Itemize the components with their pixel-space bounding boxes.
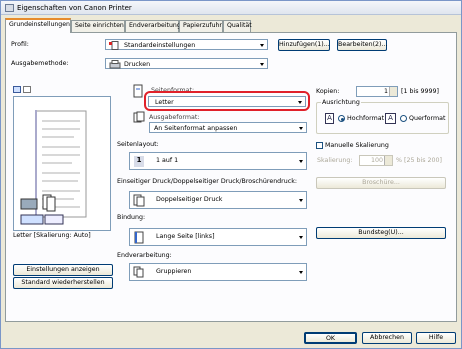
chevron-down-icon [299,271,303,274]
layout-1-icon: 1 [134,156,144,167]
chevron-down-icon [299,160,303,163]
chevron-down-icon [299,127,303,130]
scaling-spinner[interactable]: 100 [359,155,393,166]
orientation-label: Ausrichtung [321,99,361,106]
manual-scaling-label[interactable]: Manuelle Skalierung [325,142,389,149]
portrait-radio[interactable] [338,115,345,122]
copies-value: 1 [383,88,388,95]
page-format-select[interactable]: Letter [148,96,306,107]
landscape-label[interactable]: Querformat [409,115,445,122]
tab-page-setup[interactable]: Seite einrichten [71,20,125,32]
show-settings-button[interactable]: Einstellungen anzeigen [13,264,113,276]
output-format-label: Ausgabeformat: [149,114,200,121]
ok-button[interactable]: OK [304,332,357,344]
add-profile-button[interactable]: Hinzufügen(1)... [278,39,330,51]
binding-icon [134,231,144,244]
binding-value: Lange Seite [links] [156,233,215,240]
cancel-button[interactable]: Abbrechen [362,332,412,344]
portrait-icon: A [325,113,334,124]
page-view-icon[interactable] [13,86,21,93]
page-layout-value: 1 auf 1 [156,157,179,164]
output-method-value: Drucken [124,60,151,68]
profile-icon [109,40,121,50]
tab-finishing[interactable]: Endverarbeitung [125,20,181,32]
page-format-value: Letter [155,98,174,106]
portrait-label[interactable]: Hochformat [347,115,384,122]
scaling-label: Skalierung: [317,157,353,164]
landscape-radio[interactable] [400,115,407,122]
chevron-down-icon [299,236,303,239]
landscape-icon: A [385,113,396,124]
copies-range: [1 bis 9999] [401,88,439,95]
output-method-label: Ausgabemethode: [11,60,69,67]
binding-label: Bindung: [117,214,146,221]
printer-view-icon[interactable] [23,86,31,93]
duplex-label: Einseitiger Druck/Doppelseitiger Druck/B… [117,178,297,185]
chevron-down-icon [298,101,302,104]
collate-icon [133,266,144,278]
page-layout-select[interactable]: 1 1 auf 1 [129,152,307,170]
tab-quality[interactable]: Qualität [223,20,252,32]
print-icon [109,59,121,69]
finishing-value: Gruppieren [156,268,192,275]
output-format-value: An Seitenformat anpassen [154,124,238,132]
window-title: Eigenschaften von Canon Printer [17,4,132,12]
chevron-down-icon [260,63,264,66]
scaling-range: % [25 bis 200] [396,157,442,164]
gutter-button[interactable]: Bundsteg(U)... [316,227,446,239]
preview-caption: Letter [Skalierung: Auto] [13,232,91,239]
copies-label: Kopien: [316,88,340,95]
profile-label: Profil: [11,41,29,48]
help-button[interactable]: Hilfe [416,332,456,344]
output-format-select[interactable]: An Seitenformat anpassen [149,122,307,133]
tab-basic-settings[interactable]: Grundeinstellungen [5,18,71,33]
profile-value: Standardeinstellungen [124,41,196,49]
edit-profile-button[interactable]: Bearbeiten(2)... [337,39,388,51]
chevron-down-icon [299,199,303,202]
title-bar: Eigenschaften von Canon Printer [1,1,461,15]
page-format-icon [133,84,143,98]
copies-spinner[interactable]: 1 [356,86,398,97]
page-layout-label: Seitenlayout: [117,141,159,148]
profile-select[interactable]: Standardeinstellungen [105,39,268,50]
spinner-arrows-icon[interactable] [384,156,392,165]
binding-select[interactable]: Lange Seite [links] [129,228,307,246]
manual-scaling-checkbox[interactable] [316,142,323,149]
duplex-select[interactable]: Doppelseitiger Druck [129,191,307,209]
brochure-button[interactable]: Broschüre... [316,177,446,189]
dialog-window: Eigenschaften von Canon Printer Grundein… [0,0,462,349]
restore-defaults-button[interactable]: Standard wiederherstellen [13,277,113,289]
duplex-icon [133,194,145,207]
printer-icon [5,4,14,12]
scaling-value: 100 [370,157,383,164]
spinner-arrows-icon[interactable] [389,87,397,96]
tab-paper-source[interactable]: Papierzufuhr [179,20,223,32]
output-type-icons [20,194,64,225]
output-method-select[interactable]: Drucken [105,58,268,69]
finishing-select[interactable]: Gruppieren [129,263,307,281]
finishing-label: Endverarbeitung: [117,252,172,259]
chevron-down-icon [260,44,264,47]
output-format-icon [133,111,145,123]
duplex-value: Doppelseitiger Druck [156,196,223,203]
